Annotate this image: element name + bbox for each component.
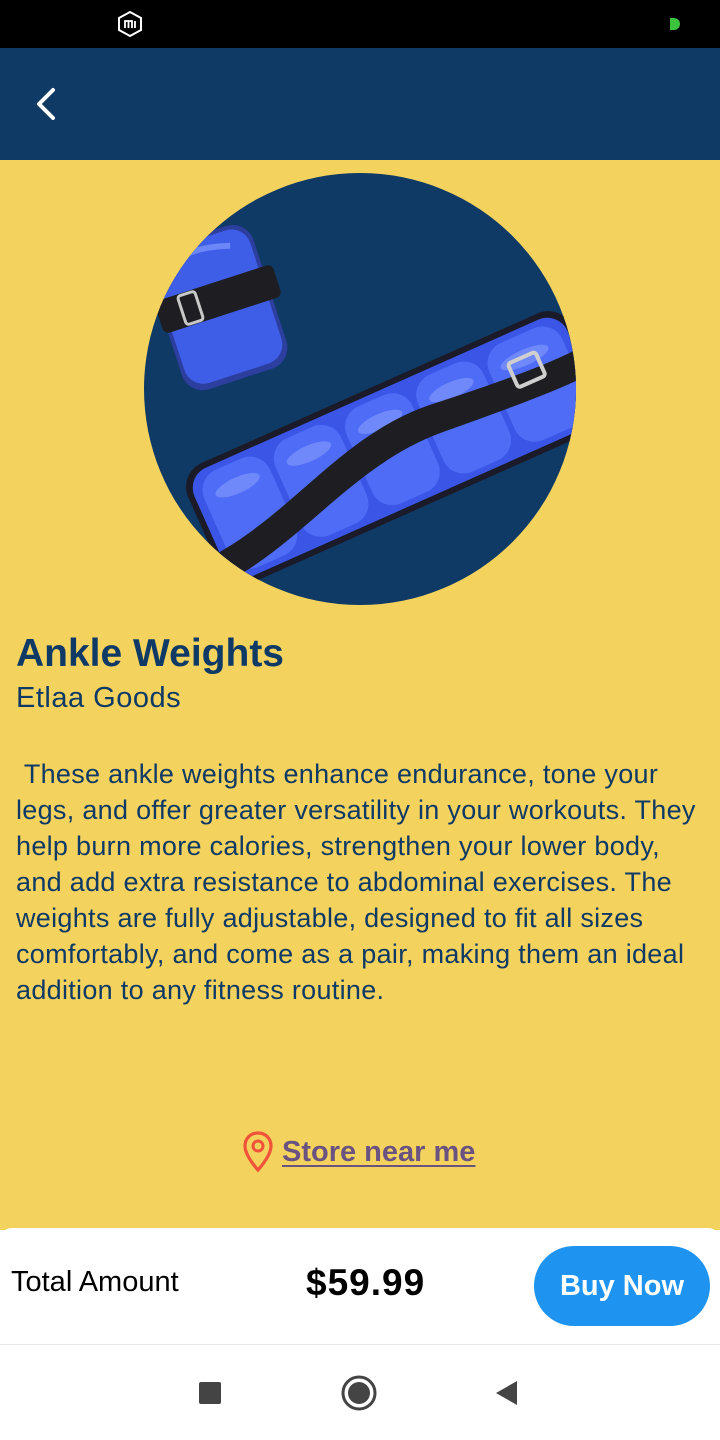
chevron-left-icon: [37, 88, 55, 120]
store-near-me-link[interactable]: Store near me: [242, 1128, 475, 1176]
location-pin-icon: [243, 1131, 273, 1173]
system-navigation-bar: [0, 1344, 720, 1440]
home-button[interactable]: [333, 1367, 385, 1419]
green-dot-icon: [670, 18, 680, 30]
status-bar: [0, 0, 720, 48]
buy-now-button[interactable]: Buy Now: [534, 1246, 710, 1326]
circle-icon: [341, 1375, 377, 1411]
mi-logo-icon: [118, 10, 142, 38]
ankle-weights-image: [147, 224, 576, 592]
product-description: These ankle weights enhance endurance, t…: [16, 759, 704, 1005]
back-button[interactable]: [22, 80, 70, 128]
app-bar: [0, 48, 720, 160]
triangle-back-icon: [496, 1381, 517, 1405]
product-content: Ankle Weights Etlaa Goods These ankle we…: [0, 160, 720, 1230]
product-title: Ankle Weights: [16, 632, 284, 675]
recents-button[interactable]: [184, 1367, 236, 1419]
total-amount-label: Total Amount: [11, 1266, 179, 1298]
square-icon: [199, 1382, 221, 1404]
store-link-label: Store near me: [282, 1135, 476, 1168]
product-brand: Etlaa Goods: [16, 682, 182, 714]
checkout-bar: Total Amount $59.99 Buy Now: [0, 1228, 720, 1344]
system-back-button[interactable]: [480, 1367, 532, 1419]
total-amount-value: $59.99: [306, 1262, 426, 1303]
product-detail-screen: Ankle Weights Etlaa Goods These ankle we…: [0, 0, 720, 1440]
product-image-frame: [144, 173, 576, 605]
